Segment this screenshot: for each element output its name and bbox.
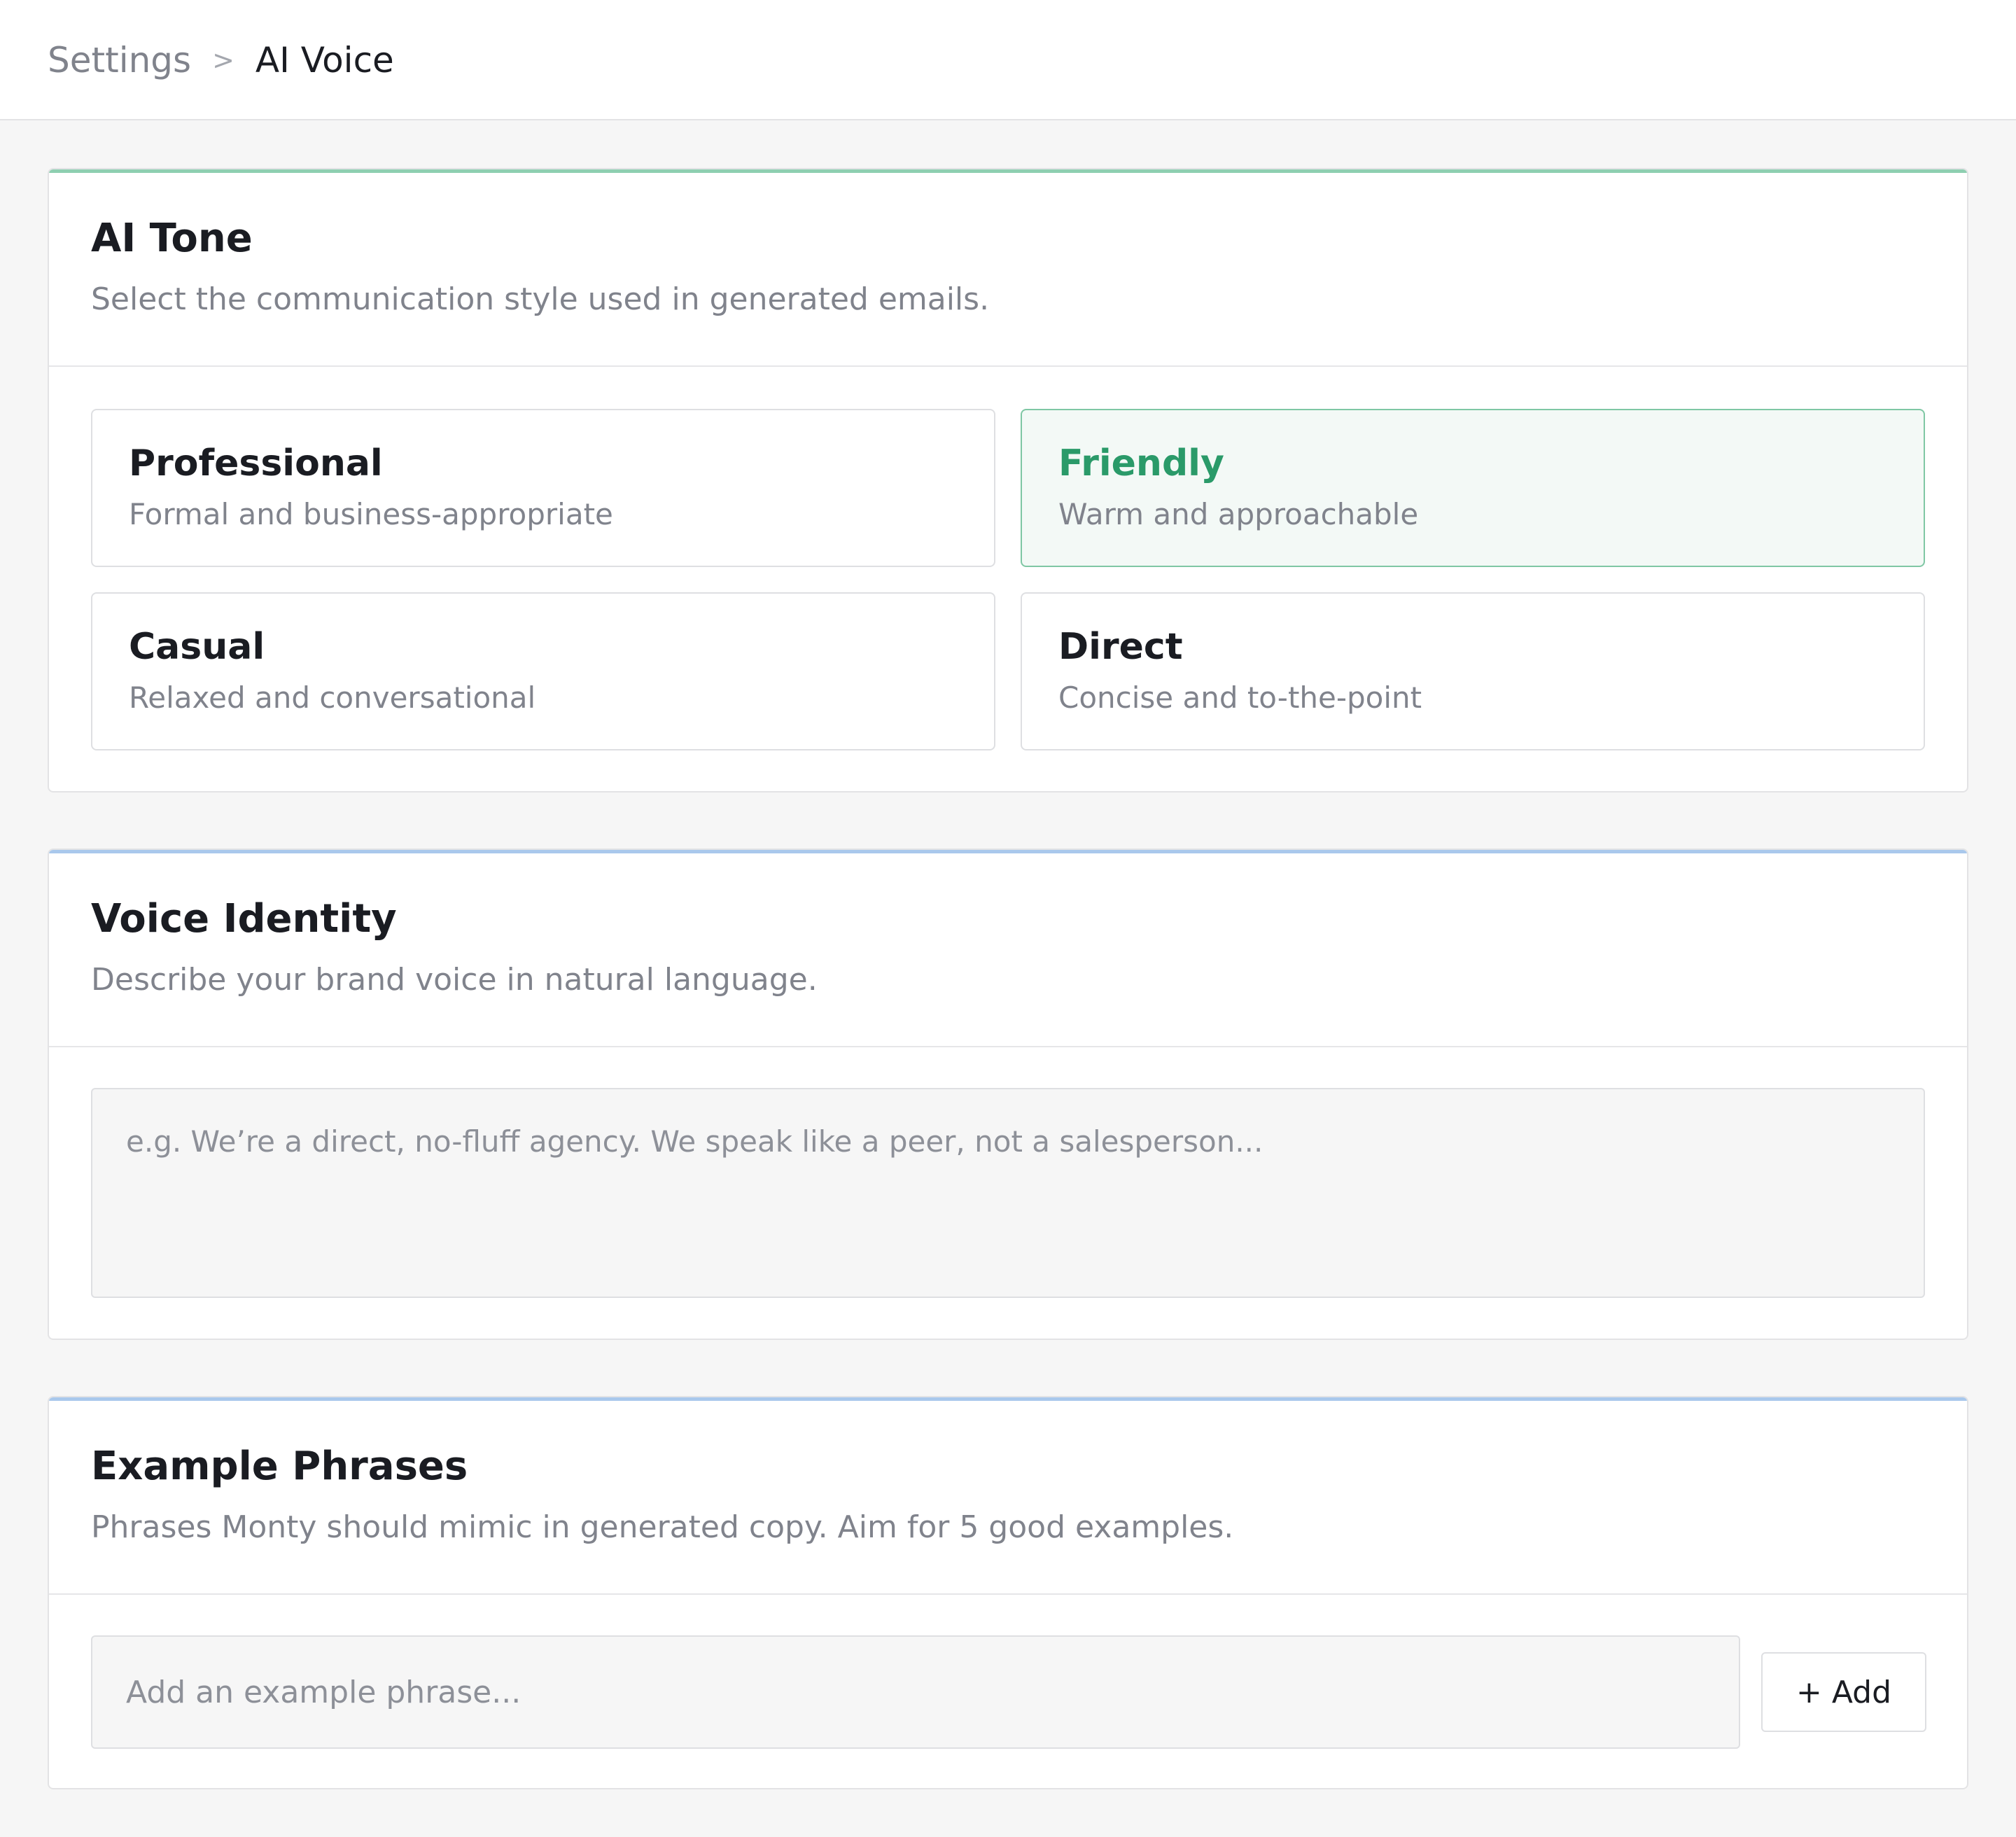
breadcrumb-separator: > <box>212 45 234 76</box>
breadcrumb-current: AI Voice <box>255 40 394 81</box>
card-description: Select the communication style used in g… <box>91 281 990 317</box>
card-title: Voice Identity <box>91 896 397 942</box>
tone-name: Casual <box>129 626 265 668</box>
tone-name: Professional <box>129 442 383 484</box>
tone-description: Concise and to-the-point <box>1058 680 1422 715</box>
card-description: Describe your brand voice in natural lan… <box>91 962 818 998</box>
card-header: Voice Identity Describe your brand voice… <box>49 850 1967 1047</box>
card-description: Phrases Monty should mimic in generated … <box>91 1509 1234 1545</box>
tone-option-casual[interactable]: Casual Relaxed and conversational <box>91 592 995 750</box>
card-title: AI Tone <box>91 216 253 261</box>
tone-option-professional[interactable]: Professional Formal and business-appropr… <box>91 409 995 567</box>
voice-identity-textarea[interactable] <box>91 1088 1925 1298</box>
tone-option-direct[interactable]: Direct Concise and to-the-point <box>1021 592 1925 750</box>
tone-description: Relaxed and conversational <box>129 680 536 715</box>
add-phrase-button[interactable]: + Add <box>1761 1652 1926 1732</box>
tone-name: Friendly <box>1058 442 1224 484</box>
voice-identity-card: Voice Identity Describe your brand voice… <box>48 848 1968 1340</box>
card-header: Example Phrases Phrases Monty should mim… <box>49 1397 1967 1595</box>
tone-option-friendly[interactable]: Friendly Warm and approachable <box>1021 409 1925 567</box>
page-header: Settings > AI Voice <box>0 0 2016 120</box>
tone-name: Direct <box>1058 626 1183 668</box>
tone-description: Formal and business-appropriate <box>129 497 613 531</box>
card-header: AI Tone Select the communication style u… <box>49 169 1967 367</box>
example-phrases-card: Example Phrases Phrases Monty should mim… <box>48 1396 1968 1789</box>
card-title: Example Phrases <box>91 1444 468 1489</box>
tone-description: Warm and approachable <box>1058 497 1419 531</box>
breadcrumb-settings-link[interactable]: Settings <box>48 40 191 81</box>
breadcrumb: Settings > AI Voice <box>48 0 394 120</box>
ai-tone-card: AI Tone Select the communication style u… <box>48 168 1968 792</box>
example-phrase-input[interactable] <box>91 1635 1740 1749</box>
